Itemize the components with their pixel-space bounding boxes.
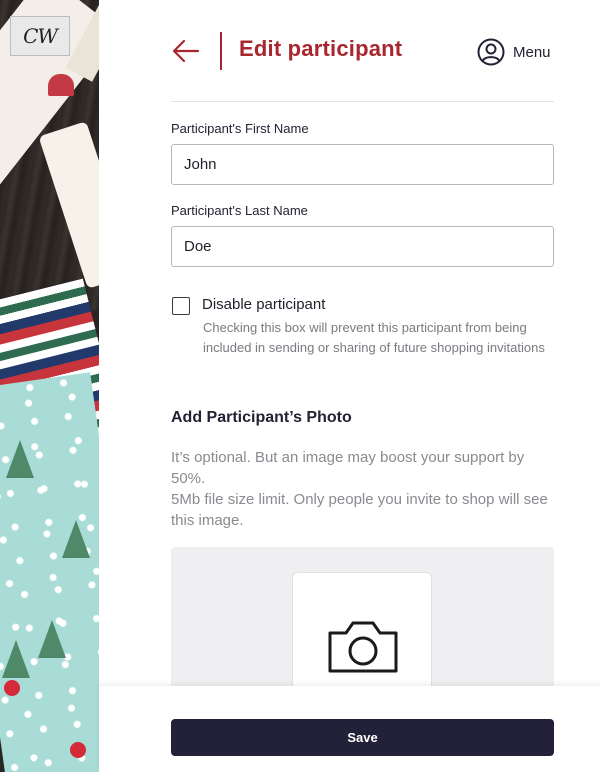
user-circle-icon (477, 38, 505, 66)
photo-help-size-limit: 5Mb file size limit. Only people you inv… (171, 491, 548, 529)
disable-participant-help: Checking this box will prevent this part… (203, 320, 545, 355)
menu-label: Menu (513, 43, 551, 61)
photo-upload-area (171, 547, 554, 712)
disable-participant-label[interactable]: Disable participant (202, 296, 325, 313)
decorative-gift-wrap-image: CW (0, 0, 99, 772)
first-name-label: Participant's First Name (171, 121, 309, 136)
header-separator (171, 101, 554, 102)
photo-help-optional: It’s optional. But an image may boost yo… (171, 449, 525, 487)
arrow-left-icon (172, 39, 200, 63)
save-button[interactable]: Save (171, 719, 554, 756)
disable-participant-checkbox[interactable] (172, 297, 190, 315)
camera-icon (328, 621, 398, 673)
header-divider (220, 32, 222, 70)
photo-section-title: Add Participant’s Photo (171, 409, 352, 426)
page-title: Edit participant (239, 36, 403, 61)
last-name-label: Participant's Last Name (171, 203, 308, 218)
cw-logo: CW (10, 16, 70, 56)
first-name-input[interactable] (171, 144, 554, 185)
page-header: Edit participant Menu (171, 26, 554, 78)
last-name-input[interactable] (171, 226, 554, 267)
back-button[interactable] (171, 36, 201, 66)
edit-participant-panel: Edit participant Menu Participant's Firs… (99, 0, 601, 772)
footer-bar: Save (99, 686, 601, 772)
menu-button[interactable]: Menu (477, 37, 551, 67)
